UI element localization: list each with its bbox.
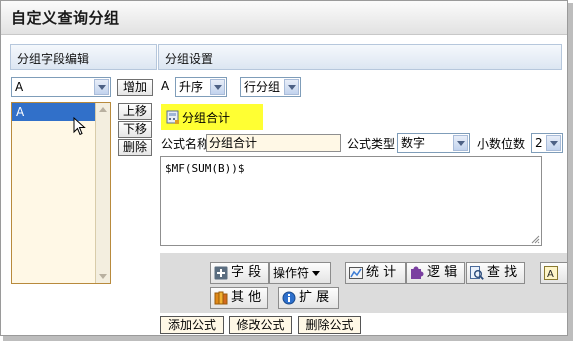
sort-order-value: 升序 [179,80,204,94]
find-button[interactable]: 查 找 [466,262,525,284]
left-panel-header: 分组字段编辑 [10,44,157,70]
logic-puzzle-icon [411,266,424,279]
group-field-list[interactable]: A [11,102,111,284]
right-panel-title: 分组设置 [165,52,214,66]
logic-button-label: 逻 辑 [427,265,458,280]
group-type-select[interactable]: 行分组 [240,77,301,97]
logic-button[interactable]: 逻 辑 [406,262,465,284]
scroll-down-icon[interactable] [99,274,107,279]
extend-button[interactable]: 扩 展 [278,287,339,309]
dialog-window: 自定义查询分组 分组字段编辑 A 增加 A 上移 下移 删除 分组设置 A 升序… [0,0,568,336]
extend-button-label: 扩 展 [299,290,330,305]
delete-formula-button[interactable]: 删除公式 [298,316,361,334]
field-button[interactable]: 字 段 [210,262,269,284]
group-type-value: 行分组 [244,80,281,94]
text-button[interactable]: A [540,262,567,284]
formula-editor[interactable]: $MF(SUM(B))$ [160,156,542,246]
left-panel-title: 分组字段编辑 [17,52,90,66]
decimals-label: 小数位数 [477,137,526,151]
field-button-label: 字 段 [231,265,262,280]
chevron-down-icon[interactable] [546,135,561,151]
resize-grip-icon[interactable] [531,235,540,244]
subtotal-formula-label: 分组合计 [182,111,231,125]
statistics-button[interactable]: 统 计 [345,262,406,284]
delete-field-button[interactable]: 删除 [118,139,152,156]
decimals-select[interactable]: 2 [531,133,563,153]
text-icon: A [544,266,558,280]
chevron-down-icon[interactable] [453,135,468,151]
chevron-down-icon[interactable] [94,79,109,95]
title-bar: 自定义查询分组 [1,1,567,35]
formula-name-input[interactable]: 分组合计 [206,134,341,152]
add-formula-button[interactable]: 添加公式 [160,316,224,334]
add-field-button[interactable]: 增加 [117,79,153,96]
formula-text: $MF(SUM(B))$ [165,162,245,175]
move-down-button[interactable]: 下移 [118,121,152,138]
other-books-icon [214,291,228,305]
subtotal-formula-item[interactable]: 分组合计 [161,104,263,130]
svg-text:A: A [547,269,554,280]
operator-button-label: 操作符 [273,266,310,280]
other-button[interactable]: 其 他 [210,287,268,309]
statistics-button-label: 统 计 [366,265,397,280]
chevron-down-icon[interactable] [210,79,225,95]
add-field-icon [214,266,228,280]
formula-type-value: 数字 [401,136,426,150]
scroll-up-icon[interactable] [99,107,107,112]
formula-name-label: 公式名称 [161,137,210,151]
move-up-button[interactable]: 上移 [118,103,152,120]
chevron-down-icon[interactable] [284,79,299,95]
right-panel-header: 分组设置 [158,44,562,70]
statistics-chart-icon [349,267,363,279]
sort-order-select[interactable]: 升序 [175,77,227,97]
calculator-icon [166,110,179,124]
caret-down-icon [312,266,321,280]
mouse-cursor-icon [73,117,86,136]
field-select-value: A [15,80,24,94]
formula-type-label: 公式类型 [347,137,396,151]
extend-info-icon [282,291,296,305]
window-title: 自定义查询分组 [11,9,120,27]
edit-formula-button[interactable]: 修改公式 [229,316,292,334]
find-icon [470,266,484,280]
operator-button[interactable]: 操作符 [269,262,331,284]
list-scrollbar[interactable] [95,103,110,283]
find-button-label: 查 找 [487,265,518,280]
decimals-value: 2 [535,136,543,150]
field-select[interactable]: A [11,77,111,97]
other-button-label: 其 他 [231,290,262,305]
formula-type-select[interactable]: 数字 [397,133,470,153]
selected-field-name: A [161,79,170,93]
